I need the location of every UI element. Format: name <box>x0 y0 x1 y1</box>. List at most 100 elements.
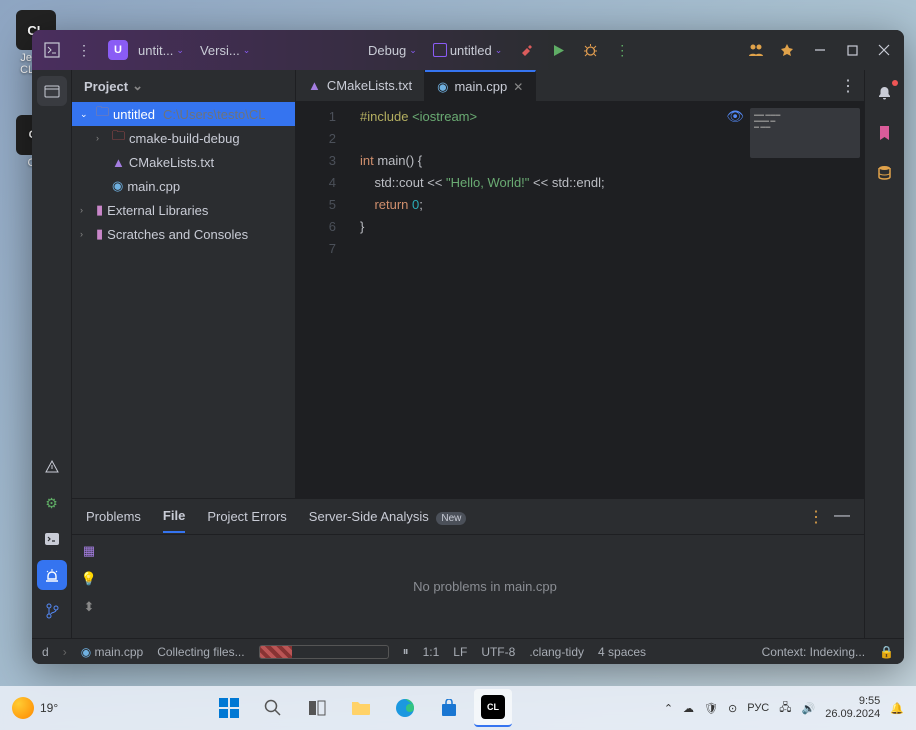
search-button[interactable] <box>774 36 802 64</box>
ai-assistant-button[interactable] <box>870 118 900 148</box>
problems-tool-button[interactable] <box>37 560 67 590</box>
close-tab-icon[interactable]: ✕ <box>513 80 523 94</box>
run-button[interactable] <box>544 36 572 64</box>
status-context[interactable]: Context: Indexing... <box>762 645 865 659</box>
windows-icon <box>219 698 239 718</box>
build-config-dropdown[interactable]: Debug ⌄ <box>362 39 423 62</box>
vcs-tool-button[interactable] <box>37 596 67 626</box>
temperature-label: 19° <box>40 701 58 715</box>
problems-sort[interactable]: ⬍ <box>84 599 95 615</box>
terminal-icon <box>44 532 60 546</box>
taskbar-search[interactable] <box>254 689 292 727</box>
tray-volume[interactable]: 🔊 <box>802 702 816 715</box>
cmake-icon: ▲ <box>308 78 321 93</box>
chevron-down-icon: ⌄ <box>495 45 503 56</box>
project-panel: Project ⌄ ⌄ 🗀 untitled C:\Users\testo\CL… <box>72 70 296 498</box>
code-with-me-button[interactable] <box>742 36 770 64</box>
cpp-icon: ◉ <box>81 645 91 659</box>
status-pause[interactable]: ⏸ <box>403 644 409 659</box>
tree-file-cmake[interactable]: ▲ CMakeLists.txt <box>72 150 295 174</box>
tree-root[interactable]: ⌄ 🗀 untitled C:\Users\testo\CL <box>72 102 295 126</box>
status-nav-root[interactable]: d <box>42 645 49 659</box>
folder-icon <box>351 700 371 716</box>
notifications-button[interactable] <box>870 78 900 108</box>
tray-language[interactable]: РУС <box>747 702 769 714</box>
tray-notifications[interactable]: 🔔 <box>890 702 904 715</box>
problems-hint[interactable]: 💡 <box>81 571 97 587</box>
problems-tab-project[interactable]: Project Errors <box>207 501 286 532</box>
debug-button[interactable] <box>576 36 604 64</box>
run-config-dropdown[interactable]: untitled ⌄ <box>427 39 508 62</box>
more-actions-button[interactable]: ⋮ <box>608 36 636 64</box>
close-button[interactable] <box>870 36 898 64</box>
app-icon[interactable] <box>38 36 66 64</box>
minimize-button[interactable] <box>806 36 834 64</box>
status-task[interactable]: Collecting files... <box>157 645 244 659</box>
status-lock[interactable]: 🔒 <box>879 645 894 659</box>
chevron-down-icon: ⌄ <box>243 45 251 56</box>
tray-chevron[interactable]: ⌃ <box>664 702 673 715</box>
problems-tab-server[interactable]: Server-Side Analysis New <box>309 501 467 532</box>
problems-menu-button[interactable]: ⋮ <box>808 507 824 527</box>
status-indent[interactable]: 4 spaces <box>598 645 646 659</box>
problems-view-grid[interactable]: ▦ <box>83 543 95 559</box>
right-tool-rail <box>864 70 904 638</box>
inspection-eye-icon[interactable]: 👁 <box>726 108 744 125</box>
tree-external-libs[interactable]: › ▮ External Libraries <box>72 198 295 222</box>
status-encoding[interactable]: UTF-8 <box>481 645 515 659</box>
weather-widget[interactable]: 19° <box>12 697 58 719</box>
tray-network-icon2[interactable]: ⊙ <box>728 702 737 715</box>
clock-date: 26.09.2024 <box>825 708 880 721</box>
tree-folder[interactable]: › 🗀 cmake-build-debug <box>72 126 295 150</box>
chevron-down-icon: ⌄ <box>176 45 184 56</box>
tray-network[interactable]: 🖧 <box>779 699 791 718</box>
terminal-tool-button[interactable] <box>37 524 67 554</box>
status-nav-file[interactable]: ◉ main.cpp <box>81 645 144 659</box>
taskbar-clion[interactable]: CL <box>474 689 512 727</box>
status-line-ending[interactable]: LF <box>453 645 467 659</box>
project-panel-header[interactable]: Project ⌄ <box>72 70 295 102</box>
system-tray: ⌃ ☁ 🛡 ⊙ РУС 🖧 🔊 9:55 26.09.2024 🔔 <box>664 695 904 721</box>
maximize-button[interactable] <box>838 36 866 64</box>
progress-bar[interactable] <box>259 645 389 659</box>
expand-icon: › <box>80 229 92 239</box>
database-button[interactable] <box>870 158 900 188</box>
status-linter[interactable]: .clang-tidy <box>529 645 584 659</box>
expand-icon: ⌄ <box>80 109 92 120</box>
vcs-dropdown[interactable]: Versi... ⌄ <box>194 39 256 62</box>
task-view-button[interactable] <box>298 689 336 727</box>
tabs-menu-button[interactable]: ⋮ <box>832 70 864 101</box>
project-dropdown[interactable]: untit... ⌄ <box>132 39 190 62</box>
tray-security[interactable]: 🛡 <box>704 702 718 715</box>
project-tool-button[interactable] <box>37 76 67 106</box>
tab-label: main.cpp <box>454 79 507 94</box>
taskbar-store[interactable] <box>430 689 468 727</box>
weather-icon <box>12 697 34 719</box>
folder-icon: 🗀 <box>112 127 125 149</box>
code-editor[interactable]: 1 2 3 4 5 6 7 #include <iostream> int ma… <box>296 102 864 498</box>
problems-tab-problems[interactable]: Problems <box>86 501 141 532</box>
problems-tab-file[interactable]: File <box>163 500 185 533</box>
maximize-icon <box>847 45 858 56</box>
warnings-tool-button[interactable] <box>37 452 67 482</box>
tree-file-cpp[interactable]: ◉ main.cpp <box>72 174 295 198</box>
status-position[interactable]: 1:1 <box>423 645 440 659</box>
settings-tool-button[interactable]: ⚙ <box>37 488 67 518</box>
tab-main-cpp[interactable]: ◉ main.cpp ✕ <box>425 70 536 101</box>
taskbar-explorer[interactable] <box>342 689 380 727</box>
tray-onedrive[interactable]: ☁ <box>683 702 694 715</box>
start-button[interactable] <box>210 689 248 727</box>
tray-clock[interactable]: 9:55 26.09.2024 <box>825 695 880 721</box>
taskbar-edge[interactable] <box>386 689 424 727</box>
store-icon <box>440 699 458 717</box>
tree-scratches[interactable]: › ▮ Scratches and Consoles <box>72 222 295 246</box>
problems-hide-button[interactable]: — <box>834 507 850 527</box>
bug-icon <box>583 43 598 58</box>
minimap[interactable]: ▬▬ ▬▬▬▬▬▬ ▬▬ ▬▬ <box>750 108 860 158</box>
build-button[interactable] <box>512 36 540 64</box>
titlebar: ⋮ U untit... ⌄ Versi... ⌄ Debug ⌄ untitl… <box>32 30 904 70</box>
tab-cmake[interactable]: ▲ CMakeLists.txt <box>296 70 425 101</box>
main-menu-button[interactable]: ⋮ <box>70 36 98 64</box>
git-branch-icon <box>45 603 59 619</box>
project-chip[interactable]: U <box>108 40 128 60</box>
